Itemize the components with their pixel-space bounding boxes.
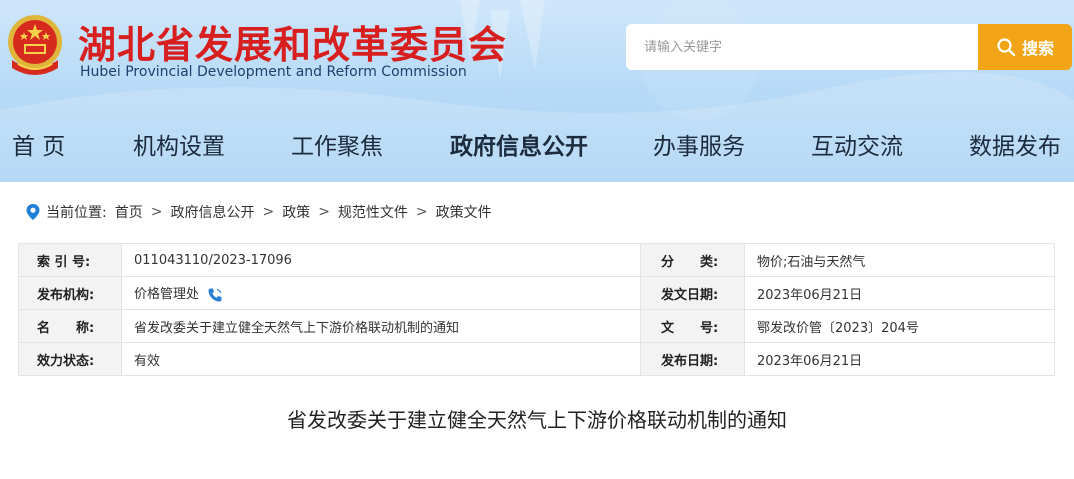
nav-item-services[interactable]: 办事服务 (653, 122, 745, 172)
nav-item-work-focus[interactable]: 工作聚焦 (291, 122, 383, 172)
table-row: 索 引 号: 011043110/2023-17096 分 类: 物价;石油与天… (18, 243, 1055, 277)
breadcrumb-link-gov-info[interactable]: 政府信息公开 (170, 202, 254, 222)
doc-number-label: 文 号: (640, 309, 745, 343)
publish-date-value: 2023年06月21日 (744, 342, 1055, 376)
breadcrumb-prefix: 当前位置: (46, 205, 107, 221)
site-title-cn: 湖北省发展和改革委员会 (78, 22, 508, 67)
breadcrumb-link-normative-docs[interactable]: 规范性文件 (338, 202, 408, 222)
site-title-en: Hubei Provincial Development and Reform … (80, 64, 467, 80)
search-button-label: 搜索 (1021, 39, 1054, 58)
breadcrumb-link-policy-docs[interactable]: 政策文件 (436, 202, 492, 222)
publisher-label: 发布机构: (18, 276, 122, 310)
nav-item-home[interactable]: 首 页 (12, 122, 65, 172)
nav-item-organization[interactable]: 机构设置 (133, 122, 225, 172)
breadcrumb-link-policy[interactable]: 政策 (282, 202, 310, 222)
issue-date-label: 发文日期: (640, 276, 745, 310)
nav-item-gov-info[interactable]: 政府信息公开 (450, 122, 588, 172)
validity-label: 效力状态: (18, 342, 122, 376)
index-number-label: 索 引 号: (18, 243, 122, 277)
breadcrumb-separator: > (262, 204, 275, 220)
table-row: 发布机构: 价格管理处 发文日期: 2023年06月21日 (18, 276, 1055, 310)
search-button[interactable]: 搜索 (978, 24, 1072, 70)
main-nav: 首 页 机构设置 工作聚焦 政府信息公开 办事服务 互动交流 数据发布 (0, 122, 1074, 172)
nav-item-data-release[interactable]: 数据发布 (969, 122, 1061, 172)
validity-value: 有效 (121, 342, 641, 376)
national-emblem-icon (8, 15, 62, 75)
phone-icon[interactable] (207, 287, 223, 303)
document-info-table: 索 引 号: 011043110/2023-17096 分 类: 物价;石油与天… (18, 243, 1055, 376)
table-row: 效力状态: 有效 发布日期: 2023年06月21日 (18, 342, 1055, 376)
nav-item-interaction[interactable]: 互动交流 (811, 122, 903, 172)
publisher-value: 价格管理处 (134, 287, 200, 303)
breadcrumb-separator: > (415, 204, 428, 220)
breadcrumb-separator: > (150, 204, 163, 220)
article-title: 省发改委关于建立健全天然气上下游价格联动机制的通知 (287, 408, 787, 432)
breadcrumb: 当前位置: 首页 > 政府信息公开 > 政策 > 规范性文件 > 政策文件 (26, 200, 492, 224)
search-icon (997, 38, 1016, 57)
publisher-cell: 价格管理处 (121, 276, 641, 310)
site-header: 湖北省发展和改革委员会 Hubei Provincial Development… (0, 0, 1074, 182)
search-input[interactable] (626, 24, 978, 70)
doc-number-value: 鄂发改价管〔2023〕204号 (744, 309, 1055, 343)
category-label: 分 类: (640, 243, 745, 277)
publish-date-label: 发布日期: (640, 342, 745, 376)
table-row: 名 称: 省发改委关于建立健全天然气上下游价格联动机制的通知 文 号: 鄂发改价… (18, 309, 1055, 343)
breadcrumb-link-home[interactable]: 首页 (115, 202, 143, 222)
doc-name-label: 名 称: (18, 309, 122, 343)
breadcrumb-separator: > (318, 204, 330, 220)
doc-name-value: 省发改委关于建立健全天然气上下游价格联动机制的通知 (121, 309, 641, 343)
index-number-value: 011043110/2023-17096 (121, 243, 641, 277)
category-value: 物价;石油与天然气 (744, 243, 1055, 277)
location-pin-icon (26, 204, 40, 220)
issue-date-value: 2023年06月21日 (744, 276, 1055, 310)
